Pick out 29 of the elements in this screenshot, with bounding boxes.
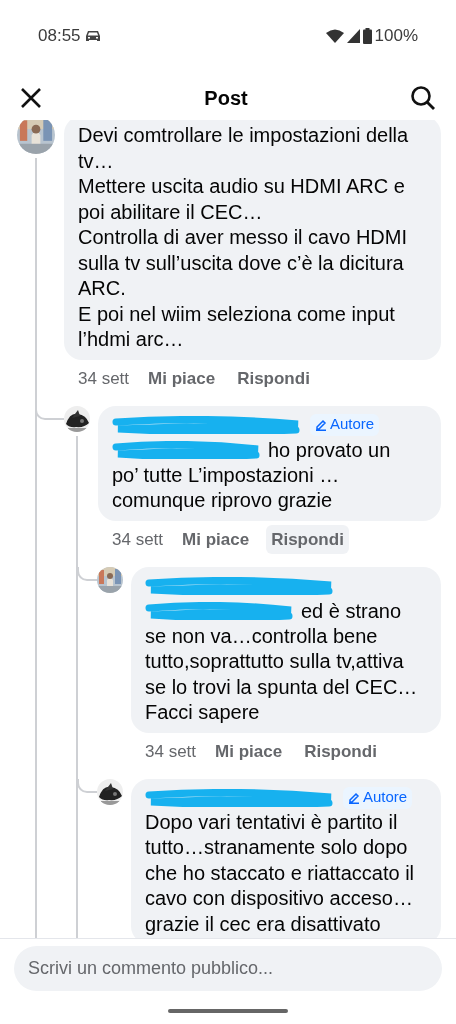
pencil-icon	[348, 791, 360, 804]
like-button[interactable]: Mi piace	[215, 738, 283, 765]
comment-time: 34 sett	[145, 740, 197, 763]
reply-button[interactable]: Rispondi	[232, 363, 315, 394]
close-icon[interactable]	[20, 87, 42, 109]
like-button[interactable]: Mi piace	[148, 365, 216, 392]
comment-text: ho provato un	[268, 437, 391, 463]
comment-text: ed è strano	[301, 598, 402, 624]
pencil-icon	[315, 418, 327, 431]
search-icon[interactable]	[410, 85, 436, 111]
like-button[interactable]: Mi piace	[182, 526, 250, 553]
page-title: Post	[204, 86, 248, 111]
car-icon	[84, 30, 101, 42]
battery-icon	[362, 28, 372, 44]
battery-percent: 100%	[374, 25, 418, 48]
status-time: 08:55	[38, 25, 81, 48]
comment-time: 34 sett	[112, 528, 164, 551]
wifi-icon	[325, 29, 344, 43]
comment-text: Dopo vari tentativi è partito il tutto…stranamente solo dopo che ho staccato e riattaccato il cavo con dispositivo acceso… grazie il cec era disattivato	[145, 809, 416, 937]
author-badge: Autore	[343, 786, 413, 809]
comment-text: se non va…controlla bene tutto,soprattutto sulla tv,attiva se lo trovi la spunta del CEC… Facci sapere	[145, 623, 419, 725]
reply-button[interactable]: Rispondi	[299, 736, 382, 767]
comment-time: 34 sett	[78, 367, 130, 390]
comment-text: Devi comtrollare le impostazioni della tv… Mettere uscita audio su HDMI ARC e poi abilitare il CEC… Controlla di aver messo il cavo HDMI sulla tv sull’uscita dove c’è la dicitura ARC. E poi nel wiim seleziona come input l’hdmi arc…	[78, 123, 410, 352]
author-badge: Autore	[310, 413, 380, 436]
reply-button[interactable]: Rispondi	[266, 524, 349, 555]
comment-input[interactable]: Scrivi un commento pubblico...	[14, 946, 442, 991]
comment-text: po’ tutte L’impostazioni … comunque riprovo grazie	[112, 462, 341, 513]
signal-icon	[346, 29, 360, 43]
